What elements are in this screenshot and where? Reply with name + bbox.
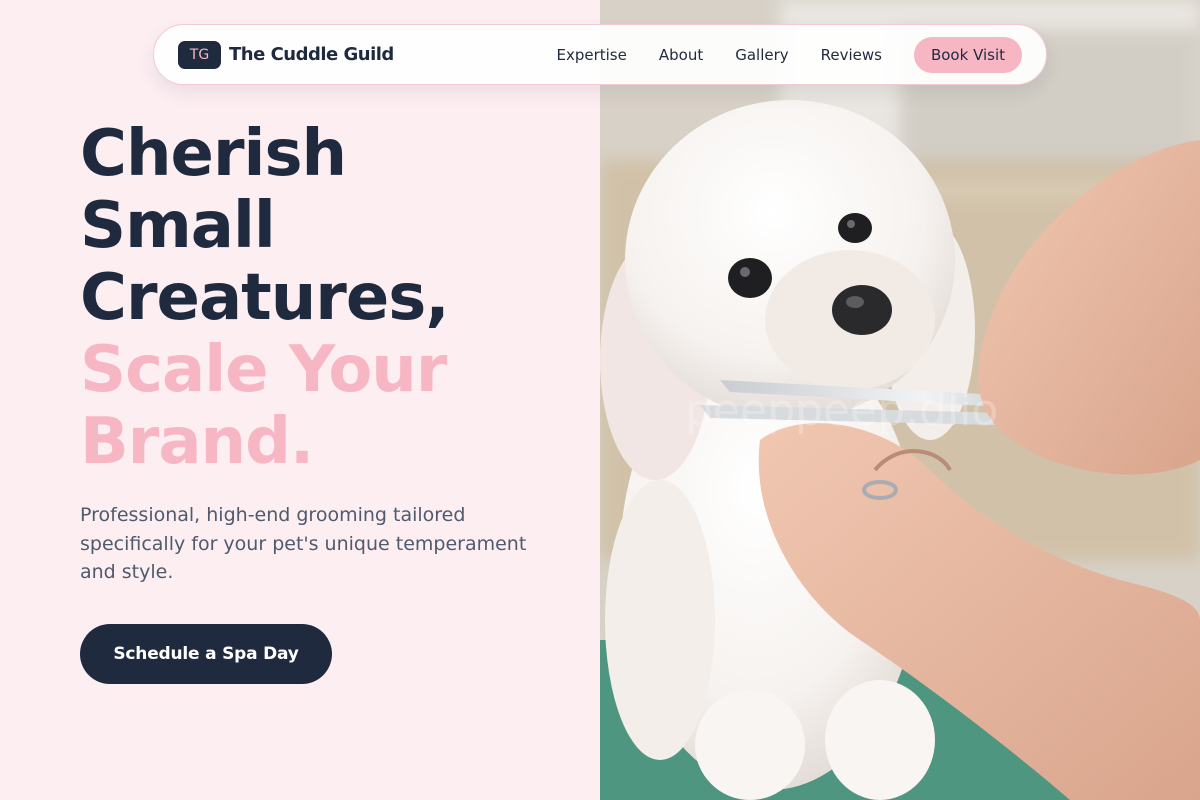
brand-badge-icon: TG (178, 40, 221, 69)
book-visit-button[interactable]: Book Visit (914, 36, 1022, 73)
headline-line-1: Cherish (80, 117, 347, 191)
headline-line-3: Creatures, (80, 261, 450, 335)
dog-grooming-illustration: peeppeep.dlio (600, 0, 1200, 800)
brand-logo[interactable]: TG The Cuddle Guild (178, 40, 394, 69)
nav-link-about[interactable]: About (659, 46, 703, 64)
headline-accent-line-2: Brand. (80, 405, 314, 479)
dog-grooming-photo: peeppeep.dlio (600, 0, 1200, 800)
nav-link-gallery[interactable]: Gallery (735, 46, 788, 64)
nav-links: Expertise About Gallery Reviews Book Vis… (556, 36, 1022, 73)
headline-accent-line-1: Scale Your (80, 333, 447, 407)
top-navigation-bar: TG The Cuddle Guild Expertise About Gall… (153, 24, 1047, 85)
headline-line-2: Small (80, 189, 276, 263)
watermark-text: peeppeep.dlio (685, 385, 998, 436)
nav-link-expertise[interactable]: Expertise (556, 46, 626, 64)
schedule-spa-day-button[interactable]: Schedule a Spa Day (80, 624, 332, 684)
brand-name: The Cuddle Guild (229, 44, 394, 65)
hero-subtext: Professional, high-end grooming tailored… (80, 504, 527, 583)
hero-headline: Cherish Small Creatures, Scale Your Bran… (80, 117, 450, 479)
nav-link-reviews[interactable]: Reviews (821, 46, 882, 64)
hero-panel: Cherish Small Creatures, Scale Your Bran… (0, 0, 600, 800)
